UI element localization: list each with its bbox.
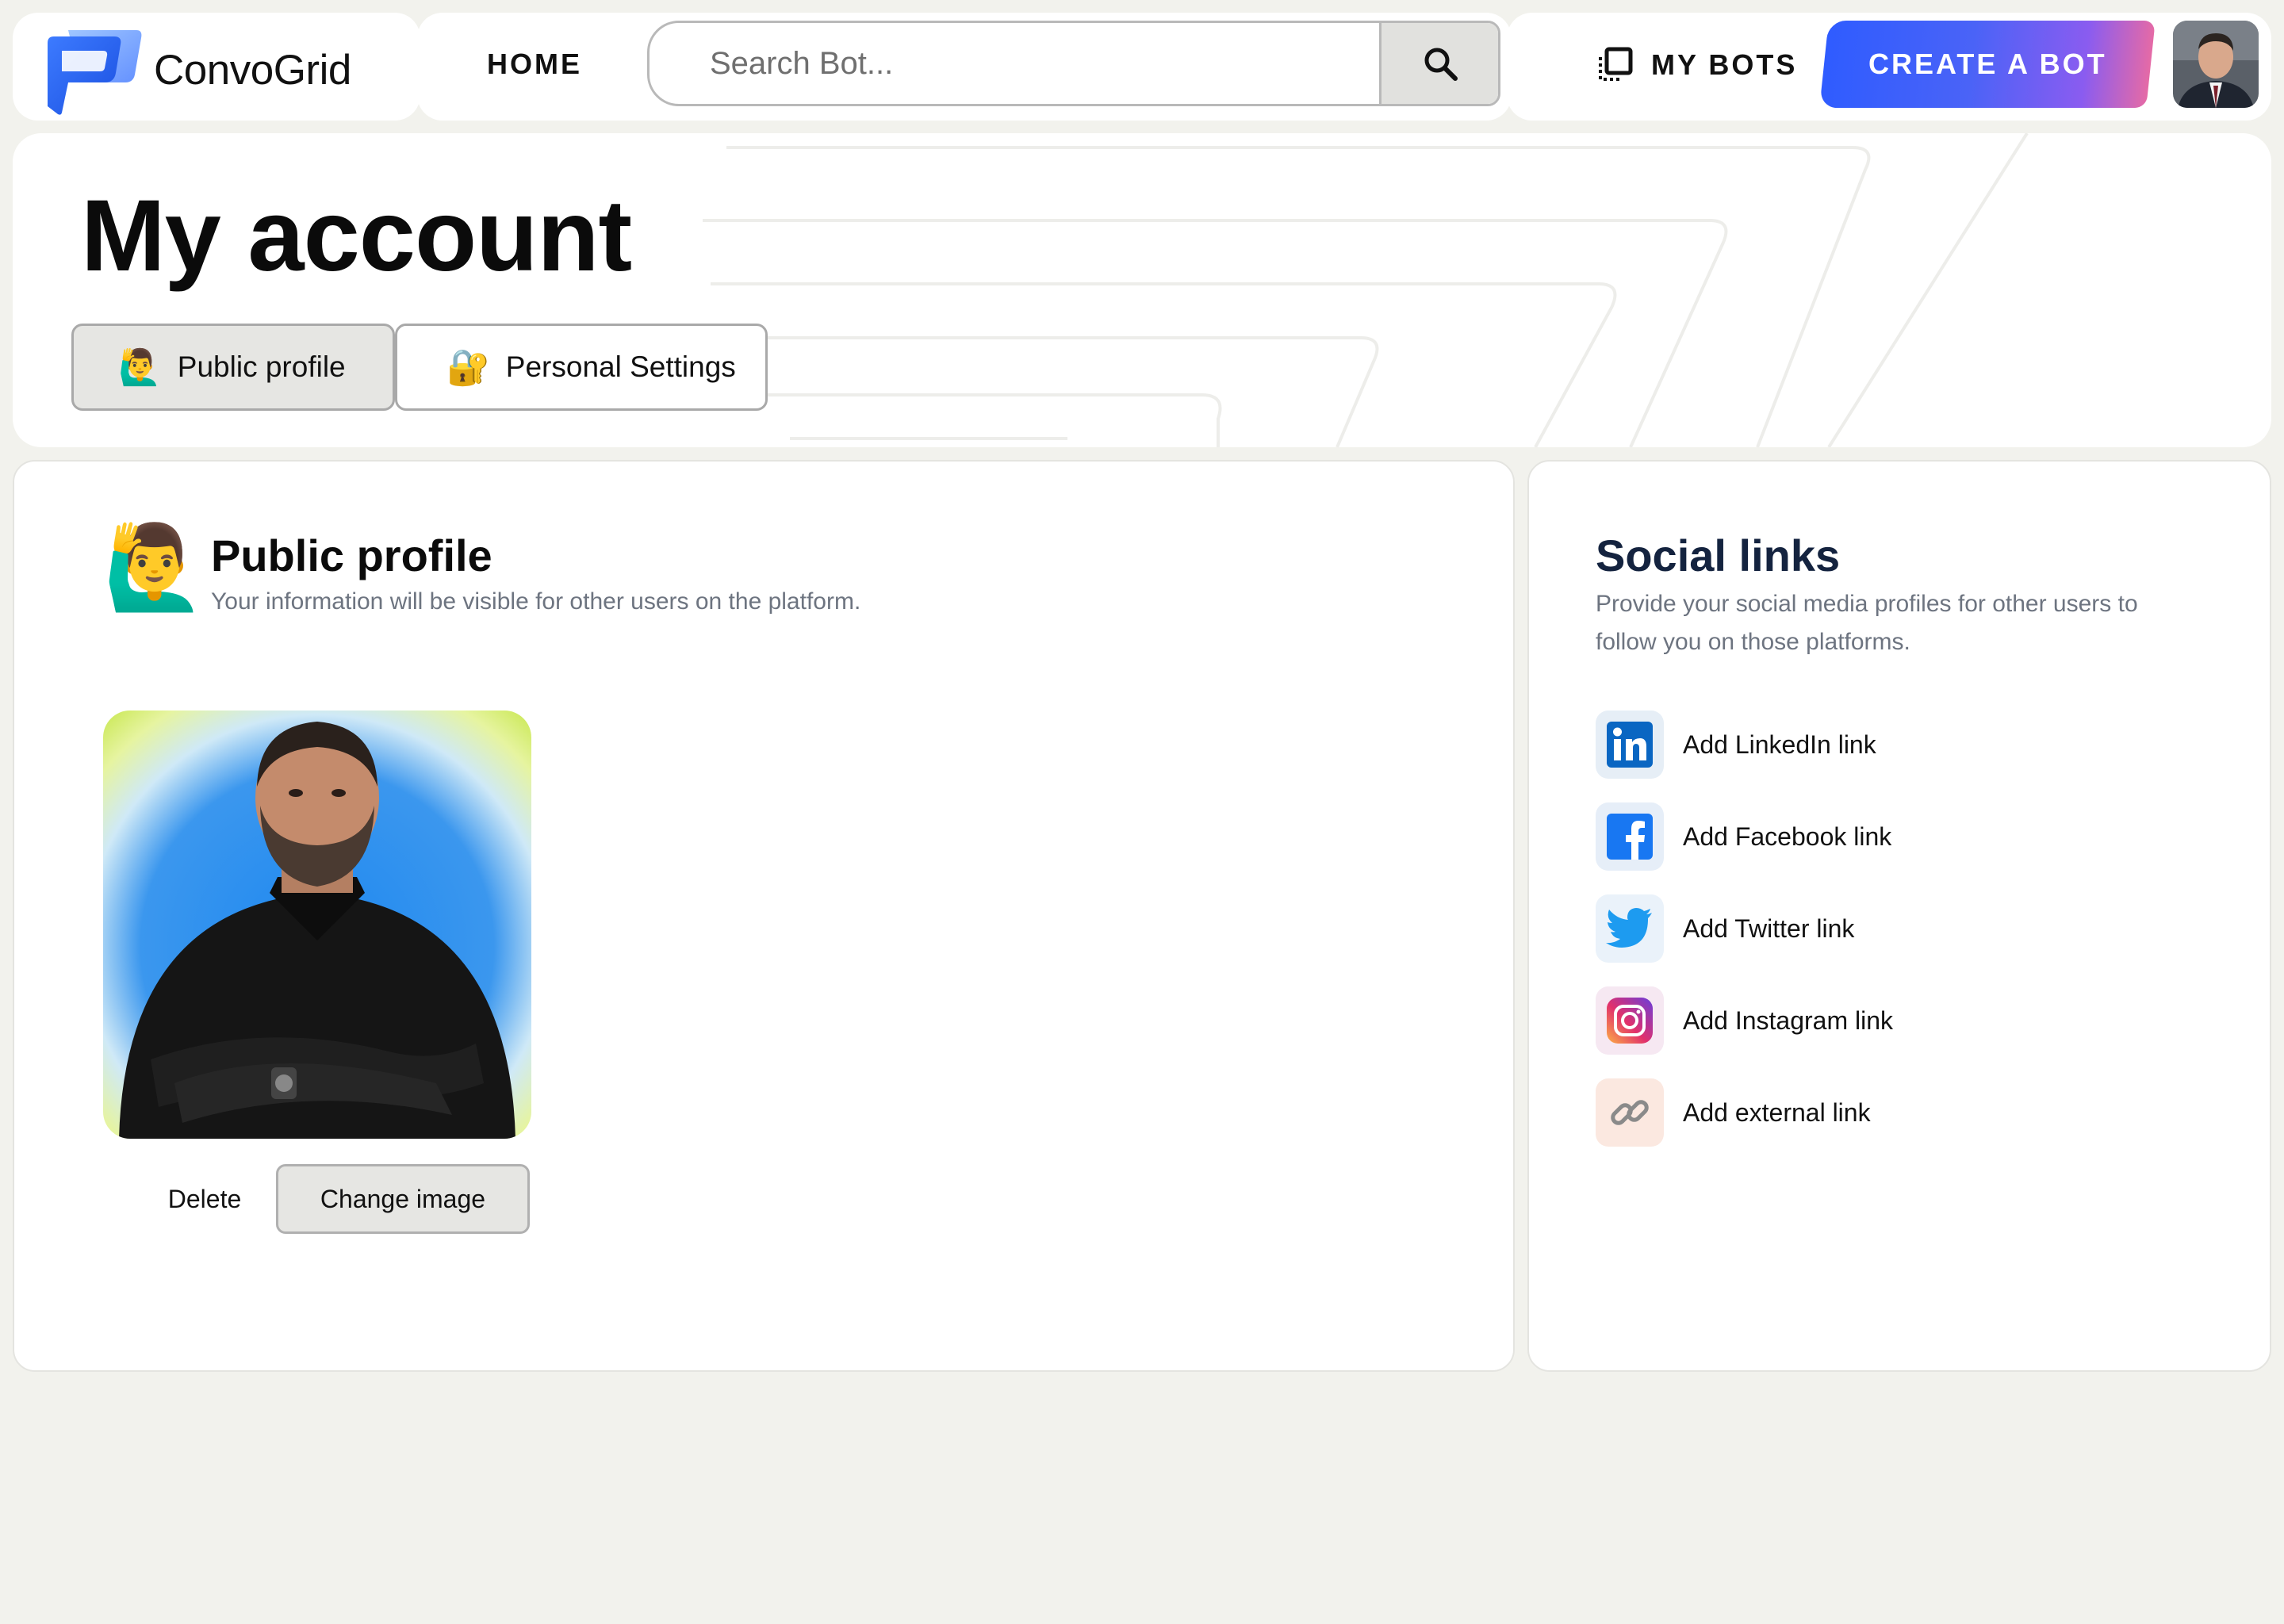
tab-personal-settings-label: Personal Settings [505,350,736,383]
add-facebook-link[interactable]: Add Facebook link [1596,802,1891,871]
public-profile-card: 🙋‍♂️ Public profile Your information wil… [13,460,1515,1372]
search-button[interactable] [1379,23,1498,104]
social-section-subtitle: Provide your social media profiles for o… [1596,591,2138,655]
external-link-label: Add external link [1683,1097,1871,1127]
linkedin-link-label: Add LinkedIn link [1683,730,1876,759]
search-box [647,21,1500,106]
create-bot-label: CREATE A BOT [1868,48,2107,80]
add-external-link[interactable]: Add external link [1596,1078,1871,1147]
facebook-icon [1596,802,1664,871]
raising-hand-icon: 🙋‍♂️ [103,522,206,614]
profile-section-subtitle: Your information will be visible for oth… [211,588,861,615]
add-instagram-link[interactable]: Add Instagram link [1596,986,1893,1055]
avatar-image [2173,21,2259,108]
tab-personal-settings[interactable]: 🔐 Personal Settings [395,324,768,411]
create-bot-button[interactable]: CREATE A BOT [1819,21,2156,108]
social-links-card: Social links Provide your social media p… [1527,460,2271,1372]
app-name: ConvoGrid [154,47,351,94]
my-bots-label: MY BOTS [1651,48,1798,81]
twitter-icon [1596,894,1664,963]
search-icon [1424,48,1458,81]
profile-photo [103,710,531,1139]
linkedin-icon [1596,710,1664,779]
add-twitter-link[interactable]: Add Twitter link [1596,894,1854,963]
my-bots-icon [1599,47,1633,81]
add-linkedin-link[interactable]: Add LinkedIn link [1596,710,1876,779]
profile-section-title: Public profile [211,530,492,580]
instagram-icon [1596,986,1664,1055]
home-link[interactable]: HOME [487,48,582,81]
twitter-link-label: Add Twitter link [1683,914,1855,943]
nav-center: HOME [417,13,1512,121]
account-header: My account 🙋‍♂️ Public profile 🔐 Persona… [13,133,2271,447]
nav-right: MY BOTS CREATE A BOT [1507,13,2271,121]
convogrid-logo-icon [48,30,142,115]
raising-hand-icon: 🙋‍♂️ [118,348,162,387]
facebook-link-label: Add Facebook link [1683,822,1892,851]
tab-public-profile-label: Public profile [177,350,346,383]
social-section-title: Social links [1596,530,1841,580]
link-icon [1596,1078,1664,1147]
instagram-link-label: Add Instagram link [1683,1005,1894,1035]
change-image-button[interactable]: Change image [276,1164,530,1234]
delete-image-button[interactable]: Delete [141,1164,268,1234]
logo-bar: ConvoGrid [13,13,420,121]
tab-public-profile[interactable]: 🙋‍♂️ Public profile [71,324,395,411]
page-title: My account [81,179,632,293]
user-avatar[interactable] [2173,21,2259,108]
search-input[interactable] [650,23,1374,104]
my-bots-link[interactable]: MY BOTS [1596,46,1797,84]
profile-image [103,710,531,1139]
lock-key-icon: 🔐 [446,348,490,387]
